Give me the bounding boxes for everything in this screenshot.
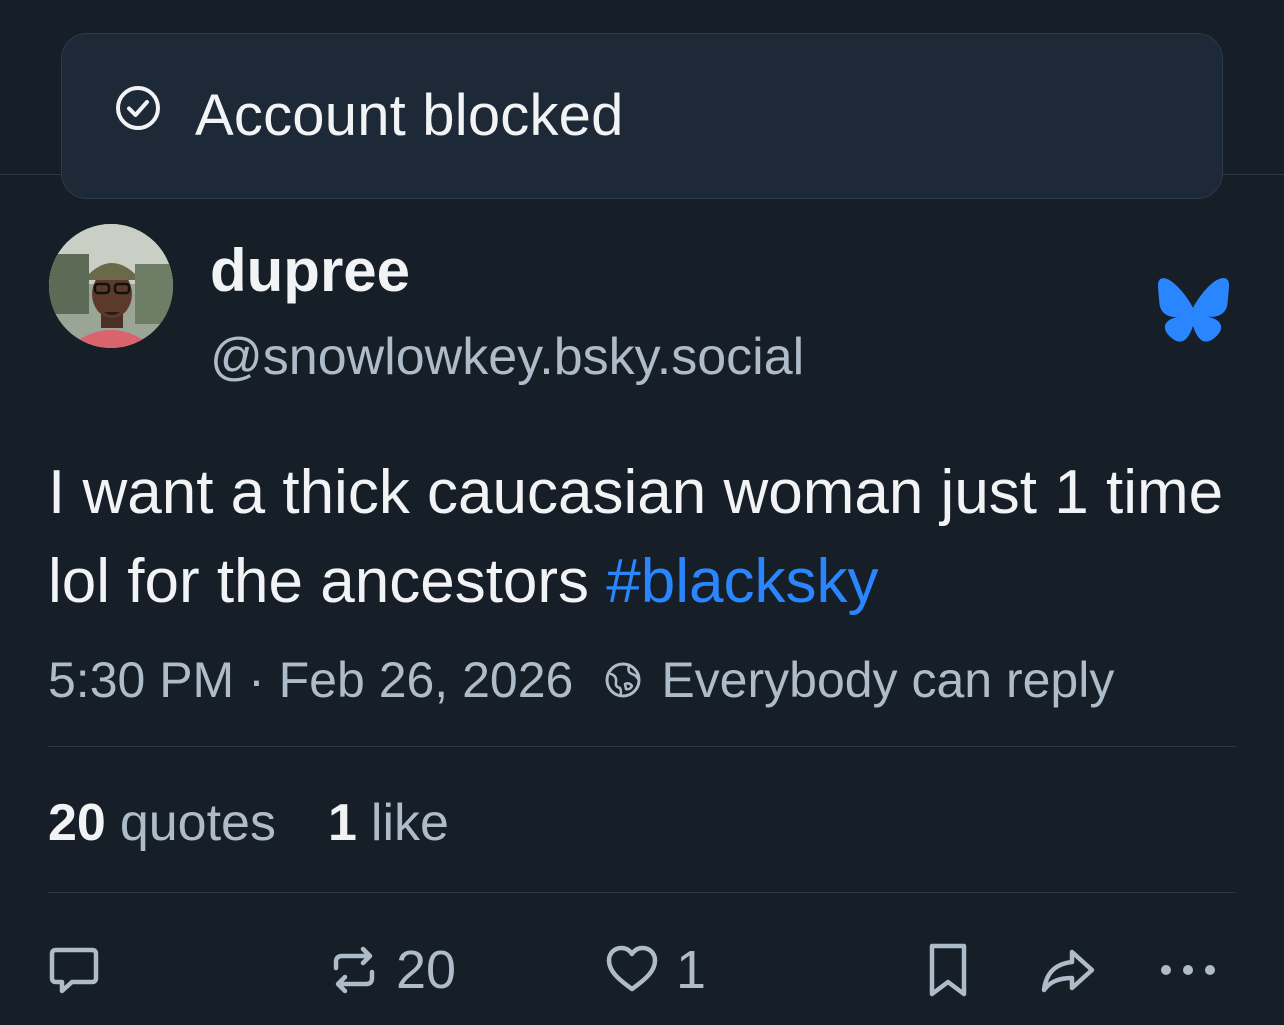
author-handle[interactable]: @snowlowkey.bsky.social bbox=[210, 326, 804, 388]
avatar[interactable] bbox=[49, 224, 173, 348]
more-dots-icon bbox=[1161, 965, 1215, 975]
repost-button[interactable]: 20 bbox=[328, 936, 456, 1004]
heart-icon bbox=[606, 945, 658, 992]
post-body: I want a thick caucasian woman just 1 ti… bbox=[48, 448, 1248, 626]
likes-count[interactable]: 1 bbox=[328, 792, 357, 854]
reply-setting[interactable]: Everybody can reply bbox=[661, 651, 1114, 709]
likes-label[interactable]: like bbox=[371, 792, 449, 854]
reply-bubble-icon bbox=[49, 947, 99, 994]
post-meta: 5:30 PM · Feb 26, 2026 Everybody can rep… bbox=[48, 650, 1114, 710]
repost-count: 20 bbox=[396, 940, 457, 1000]
bluesky-butterfly-icon bbox=[1158, 278, 1229, 342]
hashtag-link[interactable]: #blacksky bbox=[606, 547, 878, 616]
bookmark-icon bbox=[929, 943, 967, 997]
check-circle-icon bbox=[116, 86, 160, 130]
quotes-label[interactable]: quotes bbox=[120, 792, 276, 854]
divider bbox=[48, 746, 1236, 747]
post-stats: 20 quotes 1 like bbox=[48, 792, 449, 854]
share-button[interactable] bbox=[1038, 936, 1098, 1004]
globe-icon bbox=[605, 662, 641, 698]
post-timestamp[interactable]: 5:30 PM · Feb 26, 2026 bbox=[48, 651, 573, 709]
quotes-count[interactable]: 20 bbox=[48, 792, 106, 854]
post-actions: 20 1 bbox=[0, 936, 1284, 1004]
toast-message: Account blocked bbox=[195, 83, 624, 148]
repost-icon bbox=[333, 946, 375, 994]
divider bbox=[48, 892, 1236, 893]
bookmark-button[interactable] bbox=[924, 936, 972, 1004]
more-options-button[interactable] bbox=[1158, 936, 1218, 1004]
author-display-name[interactable]: dupree bbox=[210, 236, 410, 306]
like-count: 1 bbox=[676, 940, 707, 1000]
share-arrow-icon bbox=[1041, 949, 1095, 993]
reply-button[interactable] bbox=[46, 936, 102, 1004]
like-button[interactable]: 1 bbox=[604, 936, 706, 1004]
